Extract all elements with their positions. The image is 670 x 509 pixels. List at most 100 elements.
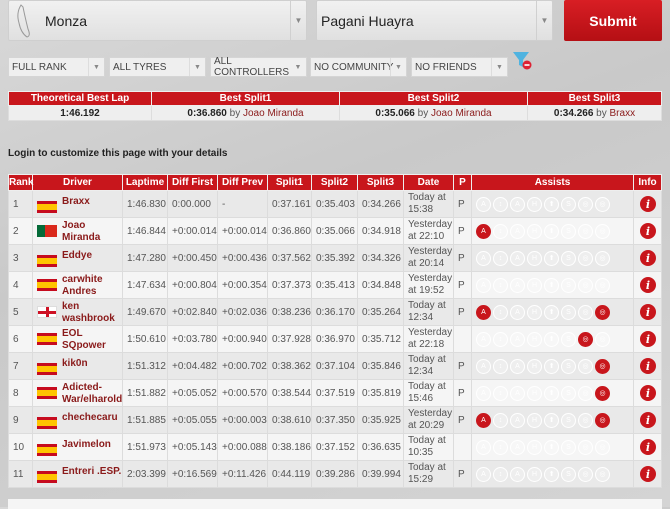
info-cell: i — [633, 190, 662, 218]
column-header[interactable]: Split3 — [357, 174, 404, 191]
driver-name[interactable]: Entreri .ESP. — [62, 466, 121, 478]
racing-line-icon: S — [561, 223, 576, 239]
column-header[interactable]: Driver — [32, 174, 123, 191]
column-header[interactable]: Split1 — [267, 174, 312, 191]
driver-name[interactable]: chechecaru — [62, 412, 118, 424]
info-icon[interactable]: i — [640, 223, 656, 239]
driver-name[interactable]: Joao Miranda — [62, 220, 122, 244]
assists: A ↕ A H ⬆ S ◎ ◎ — [471, 460, 634, 488]
column-header[interactable]: Rank — [8, 174, 33, 191]
driver-link[interactable]: Joao Miranda — [431, 108, 492, 119]
best-times-table: Theoretical Best Lap Best Split1 Best Sp… — [8, 91, 662, 121]
controllers-filter[interactable]: ALL CONTROLLERS ▼ — [210, 56, 307, 78]
split2: 0:37.350 — [311, 406, 358, 434]
chevron-down-icon[interactable]: ▼ — [536, 1, 552, 40]
driver-name[interactable]: kik0n — [62, 358, 88, 370]
assists: A ↕ A H ⬆ S ◎ ◎ — [471, 298, 634, 326]
driver-cell: Eddye — [32, 244, 123, 272]
diff-first: +0:00.014 — [167, 217, 218, 245]
damage-icon: ◎ — [595, 304, 610, 320]
date: Today at 15:38 — [403, 190, 454, 218]
assists: A ↕ A H ⬆ S ◎ ◎ — [471, 190, 634, 218]
brake-icon: ◎ — [578, 466, 593, 482]
table-row: 1 Braxx 1:46.830 0:00.000 - 0:37.161 0:3… — [8, 190, 662, 218]
info-icon[interactable]: i — [640, 412, 656, 428]
flag-icon — [37, 255, 57, 267]
clear-filter-icon[interactable] — [512, 50, 532, 70]
driver-cell: Adicted-War/elharold — [32, 379, 123, 407]
assists: A ↕ A H ⬆ S ◎ ◎ — [471, 433, 634, 461]
traction-icon: ↕ — [493, 223, 508, 239]
split1: 0:44.119 — [267, 460, 312, 488]
column-header[interactable]: Diff First — [167, 174, 218, 191]
gearbox-icon: H — [527, 196, 542, 212]
split1: 0:37.373 — [267, 271, 312, 299]
driver-link[interactable]: Braxx — [610, 108, 636, 119]
driver-name[interactable]: Braxx — [62, 196, 90, 208]
gearbox-icon: H — [527, 466, 542, 482]
driver-name[interactable]: EOL SQpower — [62, 328, 122, 352]
car-value: Pagani Huayra — [321, 12, 414, 29]
diff-first: +0:05.143 — [167, 433, 218, 461]
diff-first: +0:05.052 — [167, 379, 218, 407]
split3: 0:34.918 — [357, 217, 404, 245]
rank: 8 — [8, 379, 33, 407]
column-header[interactable]: Laptime — [122, 174, 168, 191]
driver-name[interactable]: Eddye — [62, 250, 92, 262]
column-header[interactable]: Info — [633, 174, 662, 191]
login-prompt[interactable]: Login to customize this page with your d… — [8, 148, 227, 159]
driver-cell: Entreri .ESP. — [32, 460, 123, 488]
info-icon[interactable]: i — [640, 196, 656, 212]
driver-link[interactable]: Joao Miranda — [243, 108, 304, 119]
column-header[interactable]: Assists — [471, 174, 634, 191]
abs-icon: A — [476, 250, 491, 266]
column-header[interactable]: Split2 — [311, 174, 358, 191]
chevron-down-icon[interactable]: ▼ — [290, 1, 306, 40]
best-split1-value: 0:36.860 by Joao Miranda — [151, 105, 340, 121]
driver-cell: Braxx — [32, 190, 123, 218]
driver-name[interactable]: ken washbrook — [62, 301, 122, 325]
traction-icon: ↕ — [493, 196, 508, 212]
info-cell: i — [633, 406, 662, 434]
community-filter[interactable]: NO COMMUNITY ▼ — [310, 57, 407, 77]
info-icon[interactable]: i — [640, 277, 656, 293]
submit-button[interactable]: Submit — [564, 0, 662, 41]
driver-name[interactable]: Javimelon — [62, 439, 111, 451]
laptime: 1:51.885 — [122, 406, 168, 434]
column-header[interactable]: P — [453, 174, 472, 191]
rank: 5 — [8, 298, 33, 326]
laptime: 1:51.973 — [122, 433, 168, 461]
info-icon[interactable]: i — [640, 250, 656, 266]
date: Today at 12:34 — [403, 352, 454, 380]
driver-name[interactable]: Adicted-War/elharold — [62, 382, 122, 406]
info-icon[interactable]: i — [640, 304, 656, 320]
gearbox-icon: H — [527, 385, 542, 401]
info-icon[interactable]: i — [640, 385, 656, 401]
info-icon[interactable]: i — [640, 466, 656, 482]
friends-filter[interactable]: NO FRIENDS ▼ — [411, 57, 508, 77]
car-select[interactable]: Pagani Huayra ▼ — [316, 0, 553, 41]
track-select[interactable]: Monza ▼ — [8, 0, 307, 41]
date: Today at 15:29 — [403, 460, 454, 488]
column-header[interactable]: Date — [403, 174, 454, 191]
info-icon[interactable]: i — [640, 439, 656, 455]
info-icon[interactable]: i — [640, 331, 656, 347]
damage-icon: ◎ — [595, 412, 610, 428]
clutch-icon: ⬆ — [544, 196, 559, 212]
info-icon[interactable]: i — [640, 358, 656, 374]
flag-icon — [37, 471, 57, 483]
table-row: 8 Adicted-War/elharold 1:51.882 +0:05.05… — [8, 379, 662, 407]
laptime: 1:47.280 — [122, 244, 168, 272]
clutch-icon: ⬆ — [544, 412, 559, 428]
traction-icon: ↕ — [493, 358, 508, 374]
rank-filter[interactable]: FULL RANK ▼ — [8, 57, 105, 77]
split3: 0:35.925 — [357, 406, 404, 434]
brake-icon: ◎ — [578, 358, 593, 374]
tyres-filter[interactable]: ALL TYRES ▼ — [109, 57, 206, 77]
driver-name[interactable]: carwhite Andres — [62, 274, 122, 298]
p-flag: P — [453, 244, 472, 272]
diff-prev: +0:00.003 — [217, 406, 268, 434]
flag-icon — [37, 224, 57, 237]
table-row: 3 Eddye 1:47.280 +0:00.450 +0:00.436 0:3… — [8, 244, 662, 272]
column-header[interactable]: Diff Prev — [217, 174, 268, 191]
